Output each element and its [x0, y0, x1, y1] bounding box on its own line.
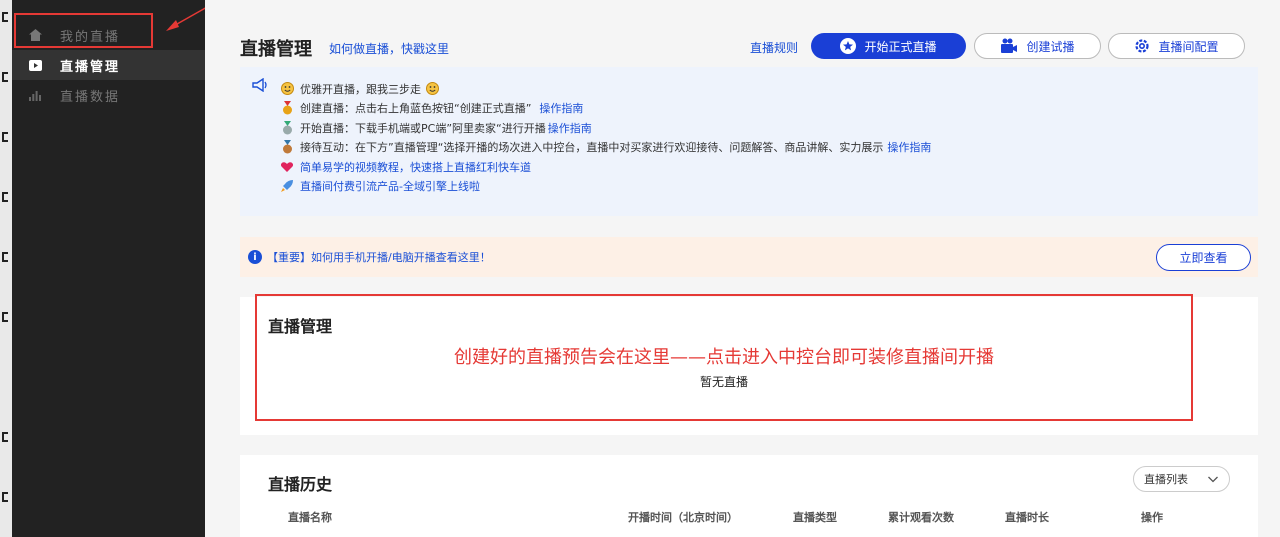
column-header: 直播时长: [1005, 511, 1049, 524]
column-header: 累计观看次数: [888, 511, 954, 524]
bronze-medal-icon: [280, 140, 294, 154]
guide-link[interactable]: 操作指南: [887, 139, 931, 155]
sidebar: 我的直播 直播管理 直播数据: [12, 0, 205, 537]
rocket-icon: [280, 179, 294, 193]
tip-line: 优雅开直播，跟我三步走: [280, 79, 1258, 99]
gear-icon: [1134, 38, 1150, 54]
guide-link[interactable]: 操作指南: [539, 100, 583, 116]
important-notice-bar: i 【重要】如何用手机开播/电脑开播查看这里！: [240, 237, 1258, 277]
tip-line: 简单易学的视频教程，快速搭上直播红利快车道: [280, 157, 1258, 177]
sidebar-item-label: 直播数据: [60, 89, 121, 105]
left-edge-strip: [0, 0, 12, 537]
live-rules-link[interactable]: 直播规则: [750, 39, 798, 56]
list-type-select[interactable]: 直播列表: [1133, 466, 1230, 492]
live-history-title: 直播历史: [268, 475, 333, 494]
video-icon: [28, 58, 42, 72]
info-icon: i: [248, 250, 262, 264]
column-header: 直播类型: [793, 511, 837, 524]
gold-medal-icon: [280, 101, 294, 115]
column-header: 操作: [1141, 511, 1163, 524]
chevron-down-icon: [1207, 473, 1219, 488]
create-trial-button[interactable]: 创建试播: [974, 33, 1101, 59]
star-icon: [840, 38, 857, 54]
sidebar-item-live-data[interactable]: 直播数据: [12, 80, 205, 110]
help-link[interactable]: 如何做直播，快戳这里: [329, 40, 449, 57]
tip-line: 开始直播：下载手机端或PC端”阿里卖家“进行开播 操作指南: [280, 118, 1258, 138]
view-now-button[interactable]: 立即查看: [1156, 244, 1251, 271]
traffic-product-link[interactable]: 直播间付费引流产品-全域引擎上线啦: [300, 178, 480, 194]
camera-icon: [1000, 38, 1018, 54]
page-title: 直播管理: [240, 39, 312, 60]
smile-icon: [425, 82, 439, 96]
bar-chart-icon: [28, 88, 42, 102]
column-header: 开播时间（北京时间）: [628, 511, 738, 524]
guide-link[interactable]: 操作指南: [548, 120, 592, 136]
live-history-card: [240, 455, 1258, 537]
silver-medal-icon: [280, 120, 294, 135]
tip-line: 直播间付费引流产品-全域引擎上线啦: [280, 177, 1258, 197]
tips-panel: 优雅开直播，跟我三步走 创建直播：点击右上角蓝色按钮“创建正式直播” 操作指南 …: [240, 67, 1258, 216]
start-live-button[interactable]: 开始正式直播: [811, 33, 966, 59]
notice-text[interactable]: 【重要】如何用手机开播/电脑开播查看这里！: [267, 249, 491, 265]
sidebar-item-label: 直播管理: [60, 59, 121, 75]
megaphone-icon: [252, 77, 268, 95]
smile-icon: [280, 82, 294, 96]
annotation-highlight-box: [14, 13, 153, 48]
sidebar-item-live-manage[interactable]: 直播管理: [12, 50, 205, 80]
live-room-config-button[interactable]: 直播间配置: [1108, 33, 1245, 59]
video-tutorial-link[interactable]: 简单易学的视频教程，快速搭上直播红利快车道: [300, 159, 531, 175]
tip-line: 接待互动：在下方”直播管理“选择开播的场次进入中控台，直播中对买家进行欢迎接待、…: [280, 138, 1258, 158]
heart-icon: [280, 160, 294, 174]
annotation-text: 创建好的直播预告会在这里——点击进入中控台即可装修直播间开播: [454, 347, 994, 368]
tip-line: 创建直播：点击右上角蓝色按钮“创建正式直播” 操作指南: [280, 99, 1258, 119]
main-content: 直播管理 如何做直播，快戳这里 直播规则 开始正式直播 创建试播 直播间配置 优…: [205, 0, 1280, 537]
column-header: 直播名称: [288, 511, 332, 524]
empty-state-text: 暂无直播: [699, 375, 748, 389]
